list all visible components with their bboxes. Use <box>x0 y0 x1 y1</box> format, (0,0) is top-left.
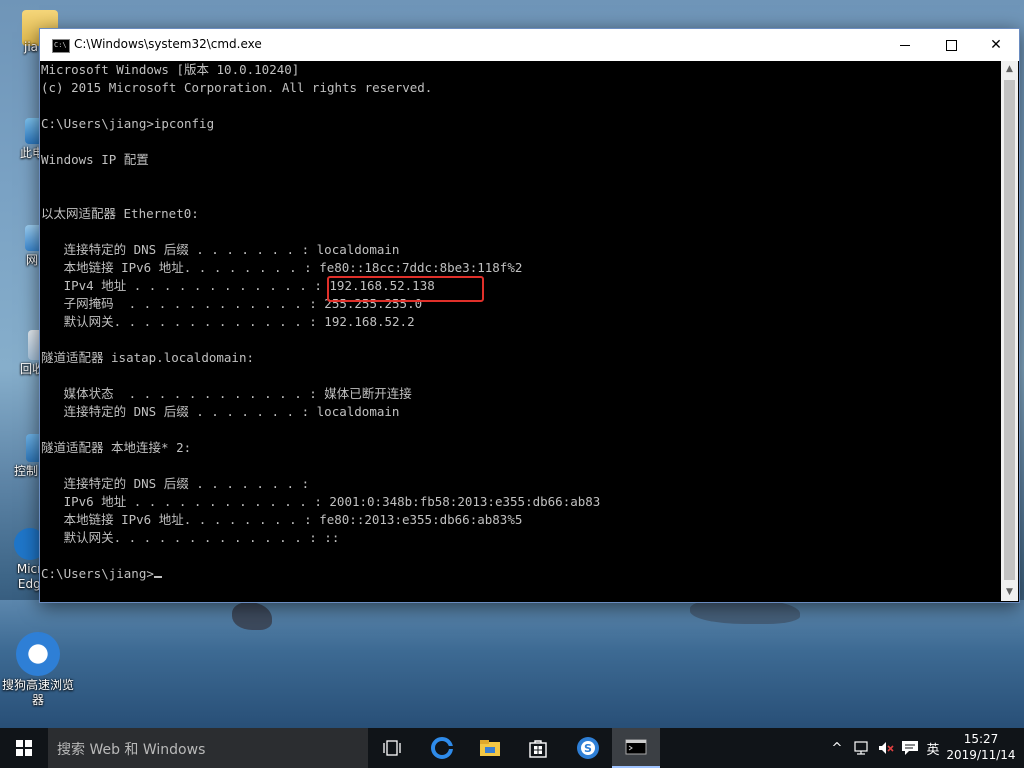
window-titlebar[interactable]: C:\ C:\Windows\system32\cmd.exe ✕ <box>40 29 1019 61</box>
message-icon <box>902 741 918 755</box>
console-line: (c) 2015 Microsoft Corporation. All righ… <box>41 80 433 95</box>
ipv4-highlight-box <box>327 276 484 302</box>
console-output[interactable]: Microsoft Windows [版本 10.0.10240] (c) 201… <box>41 61 1000 601</box>
console-line: 隧道适配器 本地连接* 2: <box>41 440 192 455</box>
taskbar-sogou-browser[interactable]: S <box>564 728 612 768</box>
cmd-icon <box>625 739 647 755</box>
store-icon <box>529 740 547 758</box>
console-line: 默认网关. . . . . . . . . . . . . : 192.168.… <box>41 314 415 329</box>
action-center-button[interactable] <box>898 728 922 768</box>
search-box[interactable]: 搜索 Web 和 Windows <box>48 728 368 768</box>
volume-muted-icon <box>879 742 894 754</box>
console-line: 本地链接 IPv6 地址. . . . . . . . : fe80::2013… <box>41 512 523 527</box>
sogou-browser-icon: S <box>577 737 599 759</box>
console-line: 连接特定的 DNS 后缀 . . . . . . . : localdomain <box>41 404 400 419</box>
window-title: C:\Windows\system32\cmd.exe <box>74 37 262 51</box>
close-button[interactable]: ✕ <box>973 29 1019 61</box>
taskbar-store[interactable] <box>514 728 562 768</box>
svg-text:S: S <box>584 742 592 755</box>
show-hidden-icons-button[interactable]: ^ <box>826 728 848 768</box>
clock[interactable]: 15:27 2019/11/14 <box>938 731 1024 763</box>
text-cursor <box>153 576 162 578</box>
scroll-down-icon[interactable]: ▼ <box>1001 584 1018 601</box>
vertical-scrollbar[interactable]: ▲ ▼ <box>1001 61 1018 601</box>
network-status-button[interactable] <box>850 728 874 768</box>
console-line: Windows IP 配置 <box>41 152 149 167</box>
clock-date: 2019/11/14 <box>946 748 1016 762</box>
console-line: C:\Users\jiang>ipconfig <box>41 116 215 131</box>
taskbar: 搜索 Web 和 Windows S ^ 英 15:27 2019/11/14 <box>0 728 1024 768</box>
console-line: 媒体状态 . . . . . . . . . . . . : 媒体已断开连接 <box>41 386 412 401</box>
taskbar-file-explorer[interactable] <box>466 728 514 768</box>
minimize-icon <box>900 44 910 46</box>
volume-button[interactable] <box>874 728 898 768</box>
search-placeholder: 搜索 Web 和 Windows <box>57 742 206 758</box>
chevron-up-icon: ^ <box>831 740 843 756</box>
scrollbar-thumb[interactable] <box>1004 80 1015 580</box>
windows-logo-icon <box>16 740 32 756</box>
console-line: C:\Users\jiang> <box>41 565 1000 583</box>
console-line: IPv4 地址 . . . . . . . . . . . . : 192.16… <box>41 278 435 293</box>
cmd-window[interactable]: C:\ C:\Windows\system32\cmd.exe ✕ Micros… <box>39 28 1020 603</box>
console-line: 默认网关. . . . . . . . . . . . . : :: <box>41 530 340 545</box>
taskbar-cmd[interactable] <box>612 728 660 768</box>
console-line: Microsoft Windows [版本 10.0.10240] <box>41 62 300 77</box>
wallpaper-water <box>0 600 1024 728</box>
desktop-icon-sogou-browser[interactable]: 搜狗高速浏览器 <box>0 632 80 708</box>
console-line: 本地链接 IPv6 地址. . . . . . . . : fe80::18cc… <box>41 260 523 275</box>
start-button[interactable] <box>0 728 48 768</box>
cmd-app-icon: C:\ <box>52 39 70 53</box>
sogou-browser-icon <box>16 632 60 676</box>
scroll-up-icon[interactable]: ▲ <box>1001 61 1018 78</box>
console-line: 子网掩码 . . . . . . . . . . . . : 255.255.2… <box>41 296 423 311</box>
console-line: 连接特定的 DNS 后缀 . . . . . . . : localdomain <box>41 242 400 257</box>
task-view-icon <box>383 740 401 756</box>
console-line: 隧道适配器 isatap.localdomain: <box>41 350 255 365</box>
clock-time: 15:27 <box>963 732 999 746</box>
maximize-button[interactable] <box>928 29 974 61</box>
minimize-button[interactable] <box>882 29 928 61</box>
console-line: IPv6 地址 . . . . . . . . . . . . : 2001:0… <box>41 494 601 509</box>
close-icon: ✕ <box>990 37 1002 53</box>
console-line: 连接特定的 DNS 后缀 . . . . . . . : <box>41 476 310 491</box>
maximize-icon <box>945 39 957 51</box>
network-icon <box>854 741 868 755</box>
edge-icon <box>431 737 453 759</box>
folder-icon <box>480 740 500 756</box>
console-line: 以太网适配器 Ethernet0: <box>41 206 199 221</box>
task-view-button[interactable] <box>368 728 416 768</box>
taskbar-edge[interactable] <box>418 728 466 768</box>
